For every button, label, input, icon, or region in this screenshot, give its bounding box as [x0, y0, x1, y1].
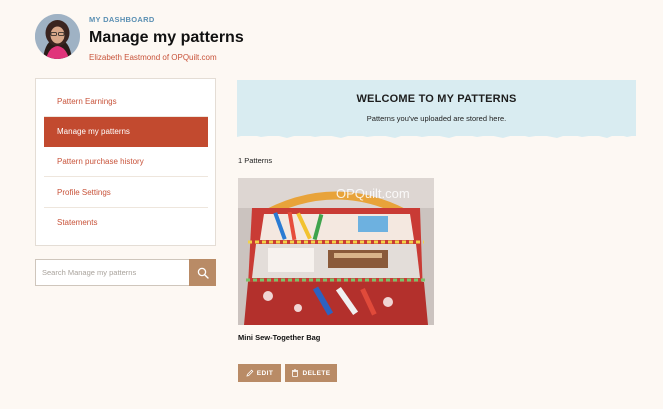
search-icon	[197, 267, 209, 279]
delete-button[interactable]: DELETE	[285, 364, 337, 382]
pattern-thumbnail[interactable]: OPQuilt.com	[238, 178, 434, 325]
sidebar-item-pattern-earnings[interactable]: Pattern Earnings	[44, 87, 208, 117]
banner-title: WELCOME TO MY PATTERNS	[356, 93, 517, 105]
search-button[interactable]	[189, 259, 216, 286]
page-title: Manage my patterns	[89, 29, 244, 46]
banner-torn-edge	[237, 131, 636, 138]
search-form	[35, 259, 216, 286]
sidebar-item-profile-settings[interactable]: Profile Settings	[44, 178, 208, 208]
sidebar-item-statements[interactable]: Statements	[44, 208, 208, 238]
edit-button[interactable]: EDIT	[238, 364, 281, 382]
avatar	[35, 14, 80, 59]
image-watermark: OPQuilt.com	[336, 186, 410, 201]
trash-icon	[292, 369, 299, 377]
shop-name: Elizabeth Eastmond of OPQuilt.com	[89, 53, 217, 62]
sidebar-item-pattern-purchase-history[interactable]: Pattern purchase history	[44, 147, 208, 177]
search-input[interactable]	[35, 259, 189, 286]
sidebar-item-manage-my-patterns[interactable]: Manage my patterns	[44, 117, 208, 147]
sidebar-nav: Pattern Earnings Manage my patterns Patt…	[35, 78, 216, 246]
banner-subtitle: Patterns you've uploaded are stored here…	[366, 114, 507, 123]
welcome-banner: WELCOME TO MY PATTERNS Patterns you've u…	[237, 80, 636, 136]
edit-label: EDIT	[256, 369, 274, 377]
pencil-icon	[246, 369, 254, 377]
delete-label: DELETE	[302, 369, 331, 377]
dashboard-eyebrow: MY DASHBOARD	[89, 15, 155, 24]
pattern-title: Mini Sew-Together Bag	[238, 333, 321, 342]
pattern-count: 1 Patterns	[238, 156, 273, 165]
dashboard-header: MY DASHBOARD Manage my patterns Elizabet…	[35, 14, 635, 64]
